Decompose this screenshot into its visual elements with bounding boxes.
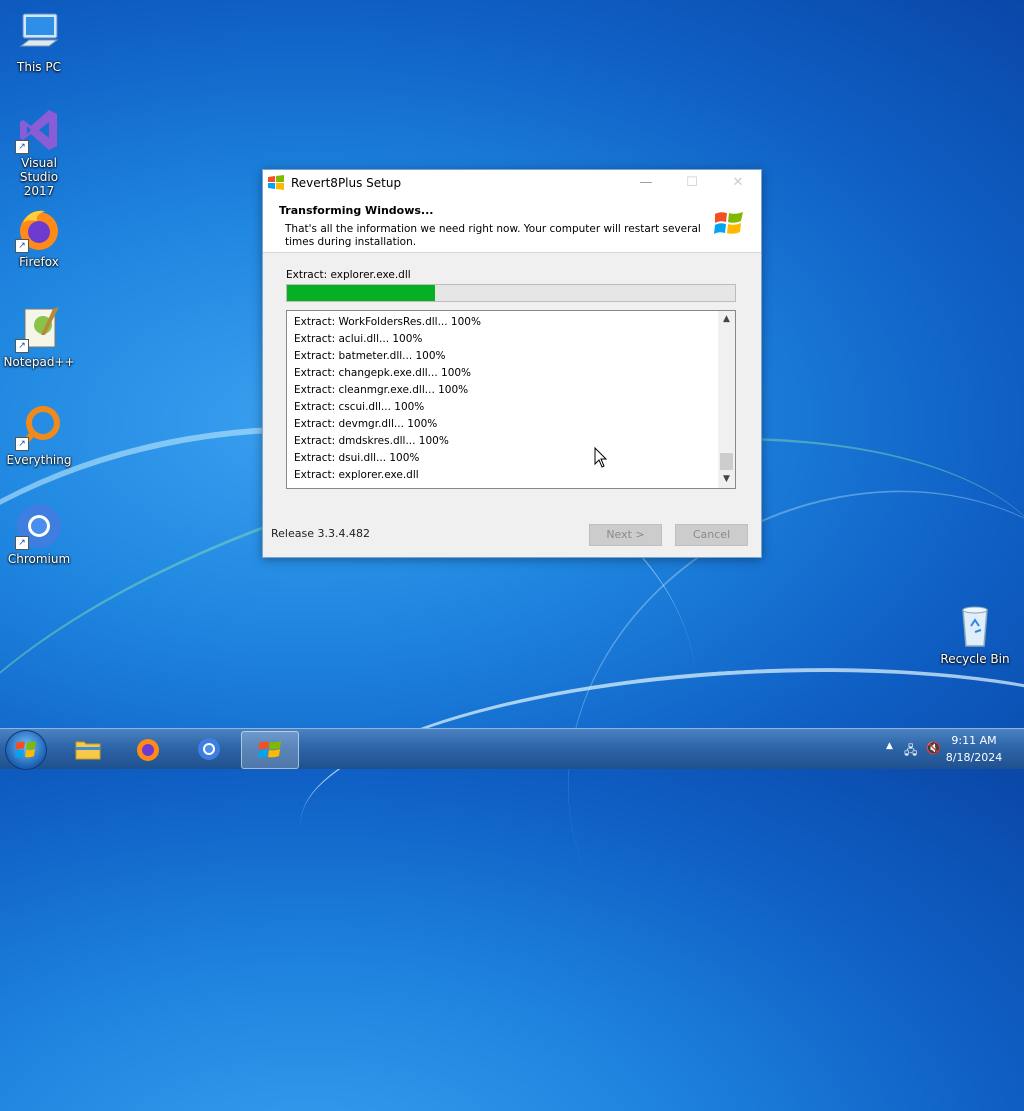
desktop-icon-label: Visual Studio 2017 [19, 156, 59, 198]
details-log[interactable]: Extract: WorkFoldersRes.dll... 100% Extra… [286, 310, 736, 489]
log-list: Extract: WorkFoldersRes.dll... 100% Extra… [287, 311, 735, 484]
desktop-icon-firefox[interactable]: ↗ Firefox [1, 205, 77, 269]
dialog-header: Transforming Windows... That's all the i… [263, 196, 761, 253]
desktop-icon-label: Chromium [7, 552, 71, 566]
visual-studio-icon: ↗ [15, 106, 63, 154]
desktop-icon-this-pc[interactable]: This PC [1, 10, 77, 74]
next-button[interactable]: Next > [589, 524, 662, 546]
log-line: Extract: changepk.exe.dll... 100% [294, 367, 472, 379]
shortcut-arrow-icon: ↗ [15, 437, 29, 451]
desktop-icon-label: Recycle Bin [940, 652, 1010, 666]
scroll-down-arrow-icon[interactable]: ▼ [718, 471, 735, 488]
release-label: Release 3.3.4.482 [271, 527, 370, 540]
shortcut-arrow-icon: ↗ [15, 239, 29, 253]
show-hidden-icons-icon[interactable]: ▲ [886, 741, 893, 751]
dialog-titlebar[interactable]: Revert8Plus Setup — ☐ ✕ [263, 170, 761, 196]
shortcut-arrow-icon: ↗ [15, 140, 29, 154]
log-line: Extract: dsui.dll... 100% [294, 452, 420, 464]
taskbar: ▲ 🖧 🔇 9:11 AM 8/18/2024 [0, 728, 1024, 770]
desktop-icon-recycle-bin[interactable]: Recycle Bin [937, 602, 1013, 666]
minimize-button[interactable]: — [623, 170, 669, 196]
windows-start-icon[interactable] [5, 730, 47, 770]
desktop-icon-notepadpp[interactable]: ↗ Notepad++ [1, 305, 77, 369]
file-explorer-icon[interactable] [60, 731, 116, 767]
dialog-title: Revert8Plus Setup [291, 176, 402, 190]
system-tray: ▲ 🖧 🔇 9:11 AM 8/18/2024 [864, 729, 1024, 769]
log-line: Extract: WorkFoldersRes.dll... 100% [294, 316, 481, 328]
shortcut-arrow-icon: ↗ [15, 536, 29, 550]
desktop-icon-label: This PC [17, 60, 61, 74]
chromium-icon[interactable] [181, 731, 237, 767]
network-icon[interactable]: 🖧 [904, 741, 917, 762]
log-line: Extract: cleanmgr.exe.dll... 100% [294, 384, 469, 396]
desktop-icon-label: Notepad++ [3, 355, 75, 369]
desktop-icon-label: Everything [6, 453, 72, 467]
close-button[interactable]: ✕ [715, 170, 761, 196]
log-line: Extract: devmgr.dll... 100% [294, 418, 438, 430]
recycle-bin-icon [951, 602, 999, 650]
progress-fill [287, 285, 435, 301]
progress-bar [286, 284, 736, 302]
this-pc-icon [15, 10, 63, 58]
log-line: Extract: aclui.dll... 100% [294, 333, 423, 345]
log-scrollbar[interactable]: ▲ ▼ [718, 311, 735, 488]
notepadpp-icon: ↗ [15, 305, 63, 353]
revert8plus-icon[interactable] [241, 731, 299, 769]
clock-time: 9:11 AM [951, 734, 997, 747]
status-text: Extract: explorer.exe.dll [286, 269, 411, 281]
desktop-icon-label: Firefox [19, 255, 59, 269]
windows-flag-icon [714, 212, 743, 234]
firefox-icon[interactable] [120, 731, 176, 767]
mouse-cursor-icon [594, 447, 608, 468]
cancel-button[interactable]: Cancel [675, 524, 748, 546]
log-line: Extract: batmeter.dll... 100% [294, 350, 446, 362]
shortcut-arrow-icon: ↗ [15, 339, 29, 353]
setup-dialog: Revert8Plus Setup — ☐ ✕ Transforming Win… [262, 169, 762, 558]
volume-muted-icon[interactable]: 🔇 [926, 741, 941, 755]
clock-date: 8/18/2024 [945, 751, 1003, 764]
log-line: Extract: cscui.dll... 100% [294, 401, 425, 413]
maximize-button[interactable]: ☐ [669, 170, 715, 196]
scroll-up-arrow-icon[interactable]: ▲ [718, 311, 735, 328]
scroll-thumb[interactable] [720, 453, 733, 470]
log-line: Extract: dmdskres.dll... 100% [294, 435, 449, 447]
header-title: Transforming Windows... [279, 204, 434, 217]
log-line: Extract: explorer.exe.dll [294, 469, 419, 481]
desktop-icon-chromium[interactable]: ↗ Chromium [1, 502, 77, 566]
desktop-icon-visual-studio[interactable]: ↗ Visual Studio 2017 [1, 106, 77, 198]
chromium-icon: ↗ [15, 502, 63, 550]
clock[interactable]: 9:11 AM 8/18/2024 [944, 732, 1004, 766]
desktop-icon-everything[interactable]: ↗ Everything [1, 403, 77, 467]
windows-logo-icon [268, 175, 284, 190]
header-text: That's all the information we need right… [285, 223, 701, 248]
firefox-icon: ↗ [15, 205, 63, 253]
everything-search-icon: ↗ [15, 403, 63, 451]
